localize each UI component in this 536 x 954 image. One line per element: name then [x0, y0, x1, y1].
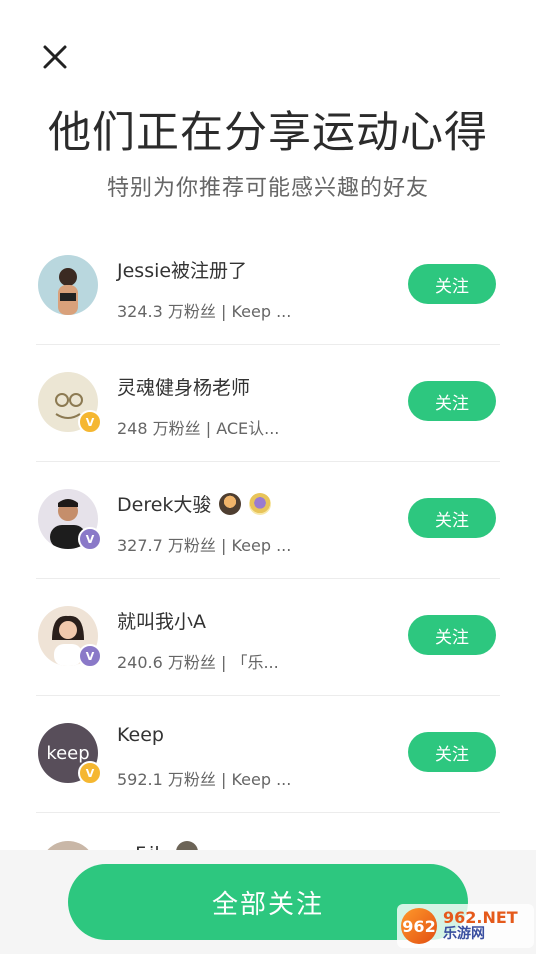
verified-badge-icon: V: [78, 761, 102, 785]
verified-badge-icon: V: [78, 644, 102, 668]
watermark-line2: 乐游网: [443, 926, 485, 943]
avatar[interactable]: V: [38, 606, 102, 668]
verified-badge-icon: V: [78, 527, 102, 551]
user-meta: 248 万粉丝 | ACE认...: [117, 419, 280, 438]
page-subtitle: 特别为你推荐可能感兴趣的好友: [106, 176, 429, 201]
list-item: V 就叫我小A 240.6 万粉丝 | 「乐... 关注: [0, 579, 536, 696]
list-item: Jessie被注册了 324.3 万粉丝 | Keep ... 关注: [0, 228, 536, 345]
user-name: 灵魂健身杨老师: [117, 377, 251, 399]
avatar[interactable]: V: [38, 489, 102, 551]
user-meta: 240.6 万粉丝 | 「乐...: [117, 653, 279, 672]
recommended-user-list: Jessie被注册了 324.3 万粉丝 | Keep ... 关注 V 灵魂健…: [0, 228, 536, 813]
page-title: 他们正在分享运动心得: [48, 108, 488, 158]
follow-button[interactable]: 关注: [408, 381, 496, 421]
achievement-medal-icon: [249, 492, 272, 515]
follow-button[interactable]: 关注: [408, 498, 496, 538]
avatar[interactable]: V: [38, 372, 102, 434]
user-meta: 324.3 万粉丝 | Keep ...: [117, 302, 292, 321]
user-meta: 592.1 万粉丝 | Keep ...: [117, 770, 292, 789]
follow-button[interactable]: 关注: [408, 264, 496, 304]
watermark: 962 962.NET 乐游网: [397, 904, 534, 948]
list-item: V Derek大骏 327.7 万粉丝 | Keep ... 关注: [0, 462, 536, 579]
verified-badge-icon: V: [78, 410, 102, 434]
keep-logo: keep: [46, 742, 90, 764]
avatar[interactable]: [38, 255, 98, 315]
close-icon[interactable]: [38, 40, 72, 74]
follow-button[interactable]: 关注: [408, 615, 496, 655]
user-meta: 327.7 万粉丝 | Keep ...: [117, 536, 292, 555]
user-name: Keep: [117, 724, 164, 746]
list-item: V 灵魂健身杨老师 248 万粉丝 | ACE认... 关注: [0, 345, 536, 462]
avatar[interactable]: keep V: [38, 723, 102, 785]
watermark-line1: 962.NET: [443, 908, 518, 928]
user-name-text: Derek大骏: [117, 494, 212, 516]
user-name: Jessie被注册了: [117, 260, 248, 282]
user-name: Derek大骏: [117, 490, 272, 517]
follow-button[interactable]: 关注: [408, 732, 496, 772]
list-item: keep V Keep 592.1 万粉丝 | Keep ... 关注: [0, 696, 536, 813]
watermark-logo-icon: 962: [401, 908, 437, 944]
level-medal-icon: [219, 492, 242, 515]
user-name: 就叫我小A: [117, 611, 206, 633]
list-item-partial: ...F.il: [0, 813, 536, 853]
